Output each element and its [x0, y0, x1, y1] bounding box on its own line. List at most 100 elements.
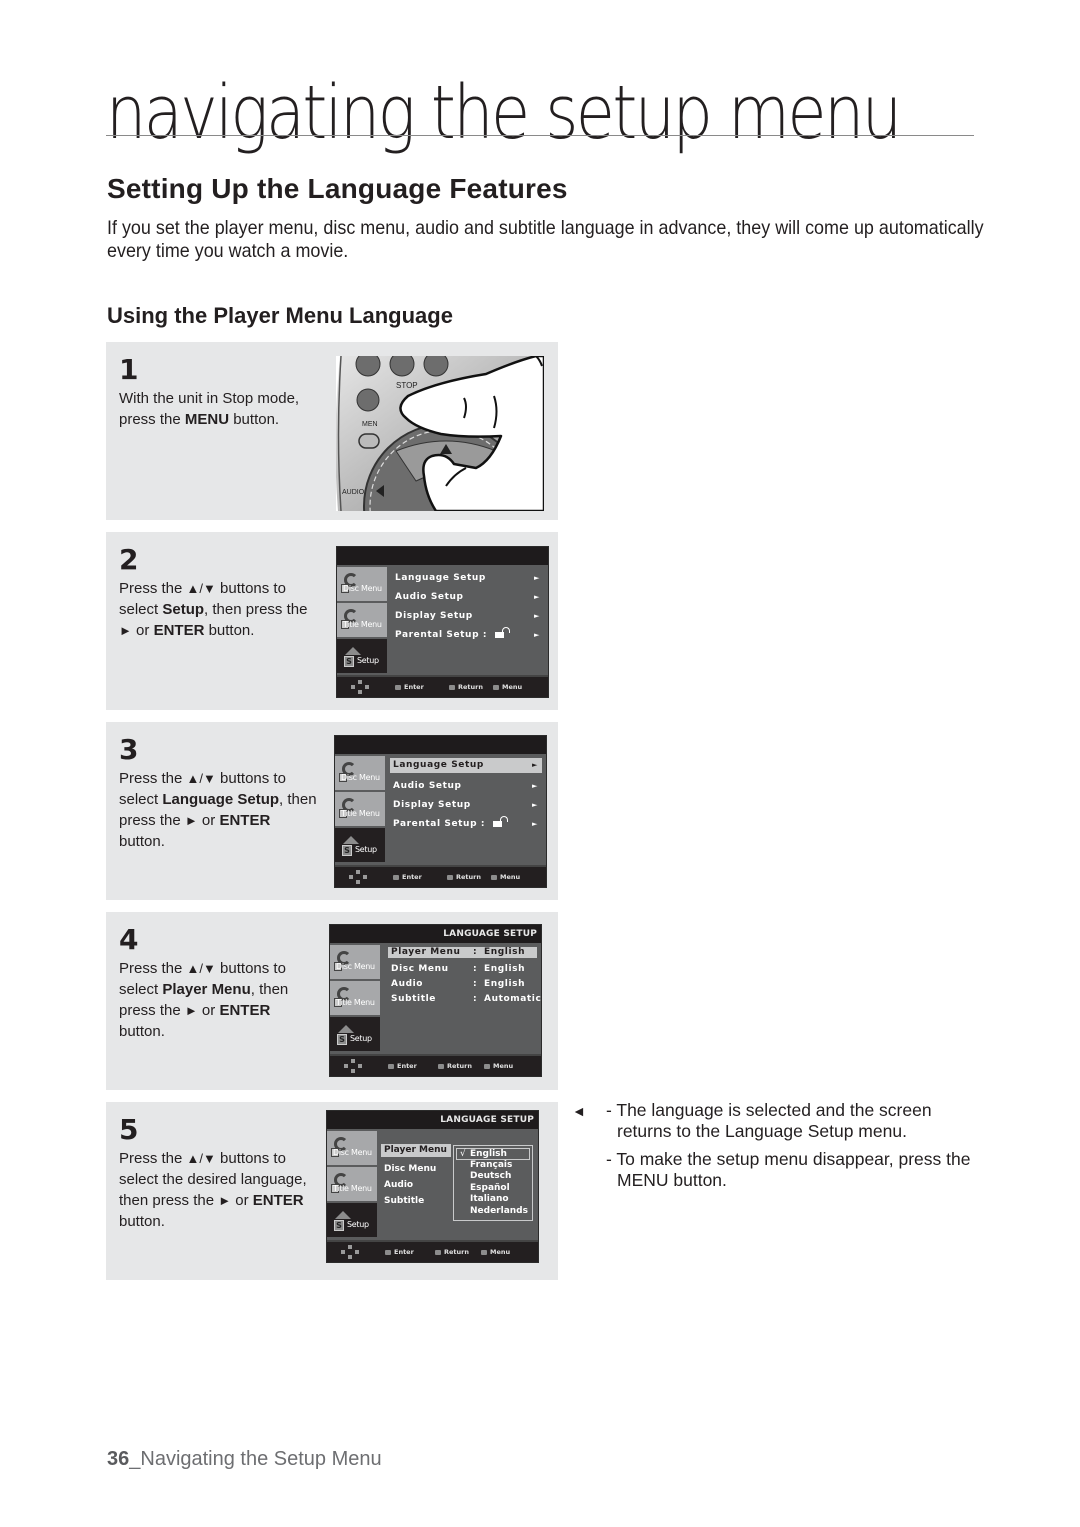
language-row-subtitle[interactable]: Subtitle: Automatic — [388, 992, 541, 1007]
footer-menu: Menu — [481, 1248, 510, 1256]
osd-setup-menu-language-selected: Disc Menu Title Menu S Setup Language Set… — [334, 735, 547, 888]
right-arrow-icon: ► — [534, 593, 540, 601]
step-number: 3 — [119, 733, 139, 766]
menu-button-icon — [484, 1063, 490, 1069]
menu-item-display-setup[interactable]: Display Setup ► — [390, 796, 542, 815]
chapter-title: navigating the setup menu — [106, 70, 902, 156]
chapter-rule — [106, 135, 974, 136]
svg-text:MEN: MEN — [362, 421, 378, 428]
unlock-icon — [495, 627, 510, 638]
menu-item-language-setup[interactable]: Language Setup ► — [392, 569, 544, 588]
language-option-espanol[interactable]: Español — [454, 1183, 532, 1195]
osd-title-bar: LANGUAGE SETUP — [330, 925, 541, 943]
setup-icon: S — [337, 1034, 347, 1045]
step-text: Press the ▲/▼ buttons to select Setup, t… — [119, 580, 308, 639]
enter-button-icon — [393, 874, 399, 880]
osd-sidebar: Disc Menu Title Menu S Setup — [335, 756, 385, 864]
svg-text:STOP: STOP — [396, 381, 418, 390]
osd-menu-list: Language Setup ► Audio Setup ► Display Set… — [390, 758, 542, 834]
navigation-pad-icon — [351, 680, 369, 694]
footer-enter: Enter — [395, 683, 424, 691]
sidebar-item-setup[interactable]: S Setup — [330, 1017, 380, 1053]
language-option-italiano[interactable]: Italiano — [454, 1194, 532, 1206]
osd-setup-menu: Disc Menu Title Menu S Setup Language Set… — [336, 546, 549, 698]
subsection-title: Using the Player Menu Language — [107, 303, 453, 328]
up-down-arrows-icon: ▲/▼ — [186, 1151, 216, 1166]
footer-enter: Enter — [393, 873, 422, 881]
language-dropdown[interactable]: √ English Français Deutsch Español Italia… — [453, 1145, 533, 1221]
step-text: With the unit in Stop mode, press the ME… — [119, 390, 300, 428]
page-number: 36 — [107, 1448, 130, 1470]
enter-button-icon — [388, 1063, 394, 1069]
menu-item-audio-setup[interactable]: Audio Setup ► — [390, 777, 542, 796]
language-row-subtitle[interactable]: Subtitle — [381, 1193, 451, 1209]
menu-item-parental-setup[interactable]: Parental Setup : ► — [392, 626, 544, 645]
section-title: Setting Up the Language Features — [107, 173, 568, 204]
osd-sidebar: Disc Menu Title Menu S Setup — [327, 1131, 377, 1239]
step-text: Press the ▲/▼ buttons to select the desi… — [119, 1150, 307, 1230]
language-option-deutsch[interactable]: Deutsch — [454, 1171, 532, 1183]
navigation-pad-icon — [344, 1059, 362, 1073]
footer-menu: Menu — [491, 873, 520, 881]
language-row-disc-menu[interactable]: Disc Menu: English — [388, 962, 537, 977]
menu-item-audio-setup[interactable]: Audio Setup ► — [392, 588, 544, 607]
left-arrow-icon: ◄ — [572, 1103, 586, 1119]
sidebar-item-disc-menu[interactable]: Disc Menu — [327, 1131, 377, 1167]
setup-house-icon — [345, 647, 361, 655]
sidebar-item-disc-menu[interactable]: Disc Menu — [337, 567, 387, 603]
return-button-icon — [435, 1249, 441, 1255]
language-row-audio[interactable]: Audio: English — [388, 977, 537, 992]
menu-item-parental-setup[interactable]: Parental Setup : ► — [390, 815, 542, 834]
right-arrow-icon: ► — [532, 801, 538, 809]
setup-icon: S — [342, 845, 352, 856]
sidebar-item-title-menu[interactable]: Title Menu — [330, 981, 380, 1017]
page-footer: 36_Navigating the Setup Menu — [107, 1448, 382, 1471]
menu-button-icon — [493, 684, 499, 690]
sidebar-item-title-menu[interactable]: Title Menu — [337, 603, 387, 639]
language-option-francais[interactable]: Français — [454, 1160, 532, 1172]
menu-button-icon — [491, 874, 497, 880]
unlock-icon — [493, 816, 508, 827]
up-down-arrows-icon: ▲/▼ — [186, 581, 216, 596]
note-item: - To make the setup menu disappear, pres… — [606, 1149, 971, 1190]
menu-item-display-setup[interactable]: Display Setup ► — [392, 607, 544, 626]
setup-house-icon — [335, 1211, 351, 1219]
osd-menu-list: Language Setup ► Audio Setup ► Display Set… — [392, 569, 544, 645]
language-option-nederlands[interactable]: Nederlands — [454, 1206, 532, 1218]
return-button-icon — [449, 684, 455, 690]
right-arrow-icon: ► — [534, 574, 540, 582]
language-row-player-menu[interactable]: Player Menu — [381, 1144, 451, 1157]
sidebar-item-disc-menu[interactable]: Disc Menu — [335, 756, 385, 792]
right-arrow-icon: ► — [534, 612, 540, 620]
step-text: Press the ▲/▼ buttons to select Language… — [119, 770, 317, 850]
footer-return: Return — [449, 683, 483, 691]
language-row-audio[interactable]: Audio — [381, 1177, 451, 1193]
language-row-disc-menu[interactable]: Disc Menu — [381, 1161, 451, 1177]
sidebar-item-setup[interactable]: S Setup — [337, 639, 387, 675]
menu-item-language-setup[interactable]: Language Setup ► — [390, 758, 542, 773]
page-footer-label: _Navigating the Setup Menu — [129, 1448, 382, 1470]
footer-return: Return — [447, 873, 481, 881]
osd-footer: Enter Return Menu — [327, 1240, 538, 1262]
remote-hand-icon: STOP MEN RETURN AUDIO — [336, 356, 544, 511]
step-number: 4 — [119, 923, 139, 956]
sidebar-item-title-menu[interactable]: Title Menu — [335, 792, 385, 828]
osd-footer: Enter Return Menu — [335, 865, 546, 887]
up-down-arrows-icon: ▲/▼ — [186, 771, 216, 786]
intro-text: If you set the player menu, disc menu, a… — [107, 217, 984, 262]
setup-house-icon — [343, 836, 359, 844]
sidebar-item-disc-menu[interactable]: Disc Menu — [330, 945, 380, 981]
osd-footer: Enter Return Menu — [337, 675, 548, 697]
sidebar-item-setup[interactable]: S Setup — [327, 1203, 377, 1239]
right-arrow-icon: ► — [532, 820, 538, 828]
enter-button-icon — [385, 1249, 391, 1255]
osd-language-list: Player Menu Disc Menu Audio Subtitle — [381, 1144, 451, 1209]
setup-icon: S — [334, 1220, 344, 1231]
footer-enter: Enter — [388, 1062, 417, 1070]
language-option-english[interactable]: √ English — [456, 1148, 530, 1160]
right-arrow-icon: ► — [184, 1003, 198, 1018]
sidebar-item-title-menu[interactable]: Title Menu — [327, 1167, 377, 1203]
osd-title-bar: LANGUAGE SETUP — [327, 1111, 538, 1129]
language-row-player-menu[interactable]: Player Menu: English — [388, 947, 537, 958]
sidebar-item-setup[interactable]: S Setup — [335, 828, 385, 864]
